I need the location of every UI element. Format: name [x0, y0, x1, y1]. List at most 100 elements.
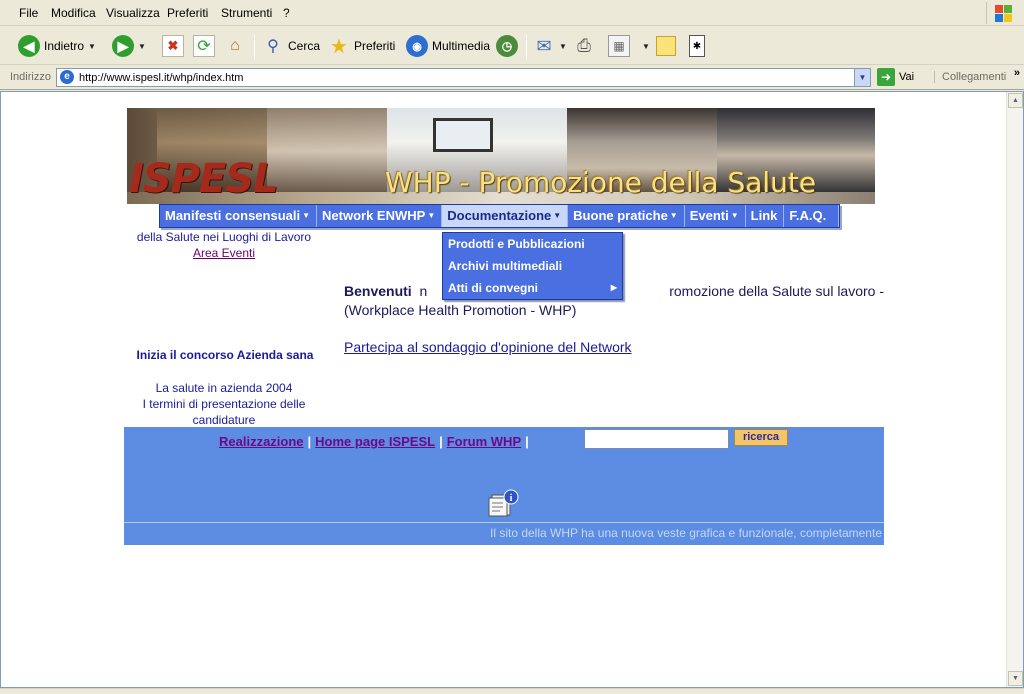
messenger-button[interactable]: ✱ — [689, 31, 705, 61]
documentazione-dropdown: Prodotti e Pubblicazioni Archivi multime… — [442, 232, 623, 300]
back-arrow-icon: ◀ — [18, 35, 40, 57]
address-bar: Indirizzo e http://www.ispesl.it/whp/ind… — [0, 66, 1024, 90]
search-button[interactable]: ⚲ Cerca — [262, 31, 320, 61]
search-label: Cerca — [288, 39, 321, 53]
go-label: Vai — [899, 71, 915, 83]
address-url[interactable]: http://www.ispesl.it/whp/index.htm — [79, 72, 243, 84]
print-button[interactable]: ⎙ — [573, 31, 595, 61]
history-icon: ◷ — [496, 35, 518, 57]
info-document-icon[interactable]: i — [488, 489, 520, 517]
discuss-button[interactable] — [656, 31, 676, 61]
separator: | — [307, 434, 312, 449]
dropdown-archivi[interactable]: Archivi multimediali — [443, 255, 622, 277]
chevron-down-icon[interactable]: ▼ — [559, 42, 567, 51]
links-more-icon[interactable]: » — [1014, 67, 1020, 79]
search-input[interactable] — [584, 429, 729, 449]
back-label: Indietro — [44, 39, 85, 53]
edit-icon: ▦ — [608, 35, 630, 57]
nav-manifesti[interactable]: Manifesti consensuali ▼ — [160, 205, 318, 227]
footer: Realizzazione | Home page ISPESL | Forum… — [124, 427, 884, 545]
svg-text:i: i — [510, 493, 513, 504]
left-column: della Salute nei Luoghi di Lavoro Area E… — [124, 229, 324, 261]
nav-arrow-icon: ▼ — [669, 211, 678, 220]
toolbar-separator — [526, 35, 527, 59]
welcome-rest: romozione della Salute sul lavoro - — [669, 283, 884, 299]
mail-button[interactable]: ✉ ▼ — [533, 31, 567, 61]
main-nav: Manifesti consensuali ▼ Network ENWHP ▼ Do… — [159, 204, 841, 228]
history-button[interactable]: ◷ — [496, 31, 518, 61]
ispesl-logo: ISPESL — [129, 156, 279, 202]
home-ispesl-link[interactable]: Home page ISPESL — [315, 434, 435, 449]
footer-links: Realizzazione | Home page ISPESL | Forum… — [219, 434, 529, 449]
toolbar-separator — [254, 35, 255, 59]
dropdown-prodotti[interactable]: Prodotti e Pubblicazioni — [443, 233, 622, 255]
menu-file[interactable]: File — [19, 6, 38, 20]
media-button[interactable]: ◉ Multimedia — [406, 31, 490, 61]
menu-visualizza[interactable]: Visualizza — [106, 6, 160, 20]
welcome-line2: (Workplace Health Promotion - WHP) — [344, 302, 577, 318]
nav-arrow-icon: ▼ — [730, 211, 739, 220]
menu-modifica[interactable]: Modifica — [51, 6, 96, 20]
links-toolbar[interactable]: Collegamenti — [934, 71, 1006, 83]
chevron-down-icon[interactable]: ▼ — [642, 42, 650, 51]
footer-divider — [124, 522, 884, 523]
scroll-down-icon[interactable]: ▼ — [1008, 671, 1023, 686]
refresh-button[interactable]: ⟳ — [193, 31, 215, 61]
concorso-heading[interactable]: Inizia il concorso Azienda sana — [124, 348, 326, 362]
address-label: Indirizzo — [10, 71, 51, 83]
salute-title: La salute in azienda 2004 — [155, 381, 293, 395]
back-button[interactable]: ◀ Indietro ▼ — [18, 31, 96, 61]
edit-button[interactable]: ▦ ▼ — [608, 31, 650, 61]
media-label: Multimedia — [432, 39, 491, 53]
poll-link[interactable]: Partecipa al sondaggio d'opinione del Ne… — [344, 339, 632, 355]
address-input[interactable]: e http://www.ispesl.it/whp/index.htm ▼ — [56, 68, 871, 87]
welcome-head: n — [419, 283, 428, 299]
status-bar — [0, 688, 1024, 694]
page-icon: e — [60, 70, 74, 84]
refresh-icon: ⟳ — [193, 35, 215, 57]
search-icon: ⚲ — [267, 38, 279, 55]
nav-arrow-icon: ▼ — [427, 211, 436, 220]
go-arrow-icon: ➜ — [877, 68, 895, 86]
note-icon — [656, 36, 676, 56]
submenu-arrow-icon: ▶ — [610, 283, 617, 292]
separator: | — [439, 434, 443, 449]
print-icon: ⎙ — [577, 36, 591, 55]
windows-logo-icon — [986, 2, 1016, 24]
nav-faq[interactable]: F.A.Q. — [784, 205, 840, 227]
nav-documentazione[interactable]: Documentazione ▼ — [442, 205, 569, 227]
header-banner: ISPESL WHP - Promozione della Salute — [127, 108, 875, 204]
banner-title: WHP - Promozione della Salute — [385, 166, 817, 199]
ricerca-button[interactable]: ricerca — [734, 429, 788, 446]
chevron-down-icon[interactable]: ▼ — [88, 42, 96, 51]
nav-arrow-icon: ▼ — [302, 211, 311, 220]
dropdown-atti[interactable]: Atti di convegni ▶ — [443, 277, 622, 299]
chevron-down-icon[interactable]: ▼ — [138, 42, 146, 51]
favorites-button[interactable]: ★ Preferiti — [328, 31, 395, 61]
nav-eventi[interactable]: Eventi ▼ — [685, 205, 746, 227]
menu-help[interactable]: ? — [283, 6, 290, 20]
area-eventi-link[interactable]: Area Eventi — [124, 245, 324, 261]
nav-arrow-icon: ▼ — [553, 211, 562, 220]
favorites-label: Preferiti — [354, 39, 396, 53]
home-button[interactable]: ⌂ — [224, 31, 246, 61]
menu-strumenti[interactable]: Strumenti — [221, 6, 272, 20]
nav-link[interactable]: Link — [746, 205, 785, 227]
go-button[interactable]: ➜ Vai — [877, 68, 914, 86]
salute-text: candidature — [192, 413, 256, 427]
stop-button[interactable]: ✖ — [162, 31, 184, 61]
banner-photo-meeting — [267, 108, 387, 194]
address-dropdown-icon[interactable]: ▼ — [854, 69, 870, 86]
media-globe-icon: ◉ — [406, 35, 428, 57]
nav-network-enwhp[interactable]: Network ENWHP ▼ — [317, 205, 443, 227]
realizzazione-link[interactable]: Realizzazione — [219, 434, 304, 449]
menu-preferiti[interactable]: Preferiti — [167, 6, 208, 20]
separator: | — [525, 434, 529, 449]
forum-whp-link[interactable]: Forum WHP — [447, 434, 521, 449]
banner-screen — [433, 118, 493, 152]
forward-button[interactable]: ▶ ▼ — [112, 31, 146, 61]
vertical-scrollbar[interactable]: ▲ ▼ — [1006, 92, 1023, 687]
messenger-icon: ✱ — [689, 35, 705, 57]
scroll-up-icon[interactable]: ▲ — [1008, 93, 1023, 108]
nav-buone-pratiche[interactable]: Buone pratiche ▼ — [568, 205, 685, 227]
